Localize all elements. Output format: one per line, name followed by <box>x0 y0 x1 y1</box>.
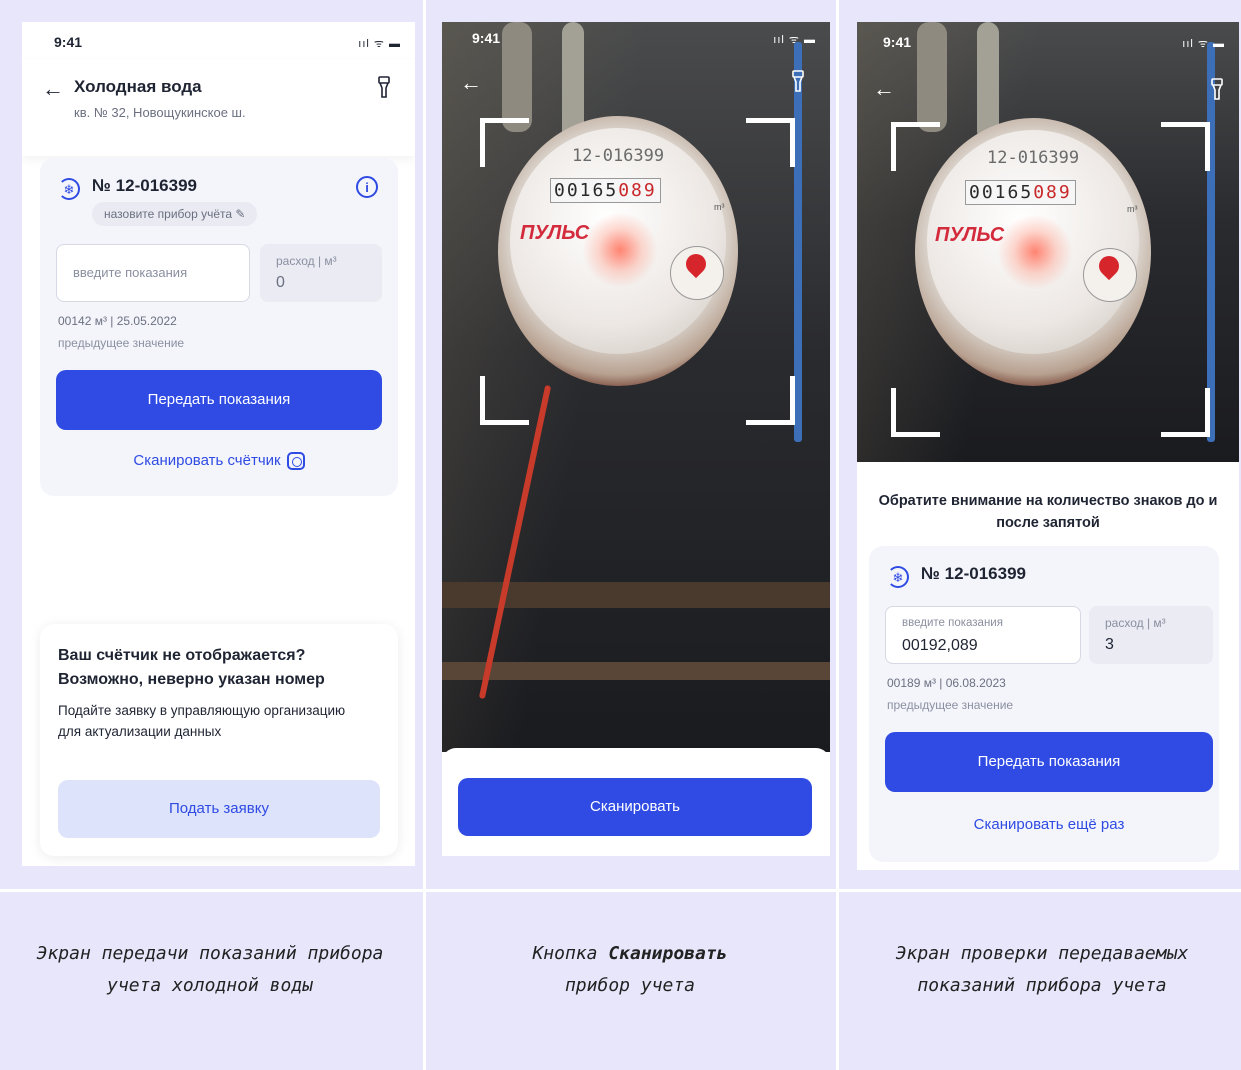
status-time: 9:41 <box>472 30 501 46</box>
info-icon[interactable]: i <box>356 176 378 198</box>
status-time: 9:41 <box>54 34 83 50</box>
scan-frame-corner <box>1161 122 1210 171</box>
flash-glow <box>997 214 1073 290</box>
screen-scanner: 12-016399 00165089 m³ ПУЛЬС ← 9:41 ııl ᯤ… <box>442 22 830 856</box>
water-meter: 12-016399 00165089 m³ ПУЛЬС <box>915 118 1151 386</box>
scan-frame-corner <box>746 118 795 167</box>
signal-icon: ııl ᯤ ▬ <box>358 38 401 50</box>
pipe <box>442 662 830 680</box>
help-card: Ваш счётчик не отображается? Возможно, н… <box>40 624 398 856</box>
digits-black: 00165 <box>554 180 619 201</box>
meter-number: № 12-016399 <box>92 176 197 195</box>
consumption-box: расход | м³ 0 <box>260 244 382 302</box>
help-heading: Ваш счётчик не отображается? Возможно, н… <box>58 647 325 688</box>
scan-frame-corner <box>891 122 940 171</box>
flashlight-icon[interactable] <box>378 76 390 98</box>
rescan-link[interactable]: Сканировать ещё раз <box>885 816 1213 833</box>
status-bar: 9:41 ııl ᯤ ▬ <box>22 22 415 60</box>
scan-link-label: Сканировать счётчик <box>133 452 281 469</box>
digits-black: 00165 <box>969 182 1034 203</box>
reading-placeholder: введите показания <box>73 265 188 280</box>
consumption-value: 3 <box>1105 636 1114 653</box>
digits-red: 089 <box>618 180 657 201</box>
meter-digits: 00165089 <box>550 178 661 203</box>
address-subtitle: кв. № 32, Новощукинское ш. <box>74 105 246 120</box>
caption-2-suffix: прибор учета <box>564 975 696 996</box>
submit-readings-button[interactable]: Передать показания <box>56 370 382 430</box>
status-bar: 9:41 ııl ᯤ ▬ <box>442 22 830 60</box>
hint-text: Обратите внимание на количество знаков д… <box>878 493 1218 531</box>
meter-brand: ПУЛЬС <box>935 224 1005 246</box>
caption-2-bold: Сканировать <box>608 943 728 964</box>
reading-value: 00192,089 <box>902 637 978 654</box>
consumption-value: 0 <box>276 274 285 291</box>
camera-view: 12-016399 00165089 m³ ПУЛЬС ← <box>442 22 830 752</box>
digits-red: 089 <box>1033 182 1072 203</box>
submit-label: Передать показания <box>977 753 1121 770</box>
status-time: 9:41 <box>883 34 912 50</box>
previous-value: 00142 м³ | 25.05.2022 <box>58 314 177 328</box>
scan-frame-corner <box>891 388 940 437</box>
header: ← Холодная вода кв. № 32, Новощукинское … <box>22 60 415 156</box>
meter-digits: 00165089 <box>965 180 1076 205</box>
help-text: Подайте заявку в управляющую организацию… <box>58 703 346 739</box>
previous-value: 00189 м³ | 06.08.2023 <box>887 676 1006 690</box>
bottom-sheet: Сканировать <box>442 748 830 856</box>
scan-frame-corner <box>480 376 529 425</box>
water-meter: 12-016399 00165089 m³ ПУЛЬС <box>498 116 738 386</box>
meter-card: ❄ № 12-016399 i назовите прибор учёта ✎ … <box>40 158 398 496</box>
back-arrow-icon[interactable]: ← <box>873 78 895 100</box>
caption-screen-2: Кнопка Сканировать прибор учета <box>460 938 800 1002</box>
screen-check-readings: 12-016399 00165089 m³ ПУЛЬС ← 9:41 ııl ᯤ… <box>857 22 1239 870</box>
page-title: Холодная вода <box>74 77 202 96</box>
previous-label: предыдущее значение <box>58 336 185 350</box>
status-bar: 9:41 ııl ᯤ ▬ <box>857 22 1239 60</box>
meter-card: ❄ № 12-016399 введите показания 00192,08… <box>869 546 1219 862</box>
reading-input[interactable]: введите показания <box>56 244 250 302</box>
reading-label: введите показания <box>902 617 1003 629</box>
flashlight-icon[interactable] <box>792 70 804 92</box>
consumption-box: расход | м³ 3 <box>1089 606 1213 664</box>
scan-frame-corner <box>1161 388 1210 437</box>
name-meter-chip[interactable]: назовите прибор учёта ✎ <box>92 202 258 226</box>
scan-button[interactable]: Сканировать <box>458 778 812 836</box>
flashlight-icon[interactable] <box>1211 78 1223 100</box>
signal-icon: ııl ᯤ ▬ <box>773 34 816 46</box>
meter-serial: 12-016399 <box>572 146 665 166</box>
meter-unit: m³ <box>1127 204 1138 214</box>
reading-input[interactable]: введите показания 00192,089 <box>885 606 1081 664</box>
meter-brand: ПУЛЬС <box>520 222 590 244</box>
snowflake-icon: ❄ <box>58 178 80 200</box>
meter-serial: 12-016399 <box>987 148 1080 168</box>
flash-glow <box>582 212 658 288</box>
submit-label: Передать показания <box>147 391 291 408</box>
submit-readings-button[interactable]: Передать показания <box>885 732 1213 792</box>
signal-icon: ııl ᯤ ▬ <box>1182 38 1225 50</box>
meter-unit: m³ <box>714 202 725 212</box>
submit-request-button[interactable]: Подать заявку <box>58 780 380 838</box>
column-divider <box>423 0 426 1070</box>
row-divider <box>0 889 1241 892</box>
blue-wire <box>1207 42 1215 442</box>
previous-label: предыдущее значение <box>887 698 1014 712</box>
consumption-label: расход | м³ <box>276 254 337 268</box>
scan-frame-corner <box>480 118 529 167</box>
caption-screen-3: Экран проверки передаваемых показаний пр… <box>895 943 1189 996</box>
scan-icon <box>286 452 305 471</box>
scan-button-label: Сканировать <box>590 798 680 815</box>
column-divider <box>836 0 839 1070</box>
consumption-label: расход | м³ <box>1105 616 1166 630</box>
blue-wire <box>794 42 802 442</box>
back-arrow-icon[interactable]: ← <box>42 78 64 100</box>
caption-2-prefix: Кнопка <box>532 943 609 964</box>
camera-view: 12-016399 00165089 m³ ПУЛЬС ← <box>857 22 1239 462</box>
screen-cold-water: 9:41 ııl ᯤ ▬ ← Холодная вода кв. № 32, Н… <box>22 22 415 866</box>
caption-screen-1: Экран передачи показаний прибора учета х… <box>36 943 384 996</box>
scan-meter-link[interactable]: Сканировать счётчик <box>56 452 382 471</box>
meter-number: № 12-016399 <box>921 564 1026 583</box>
snowflake-icon: ❄ <box>887 566 909 588</box>
back-arrow-icon[interactable]: ← <box>460 72 482 94</box>
layout-table: 9:41 ııl ᯤ ▬ ← Холодная вода кв. № 32, Н… <box>0 0 1241 1070</box>
scan-frame-corner <box>746 376 795 425</box>
